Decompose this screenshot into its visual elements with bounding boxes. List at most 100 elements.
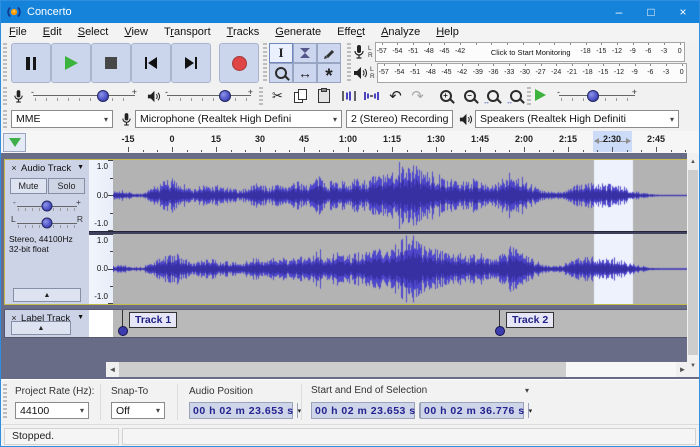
meter-monitoring-hint[interactable]: Click to Start Monitoring — [491, 48, 571, 57]
close-button[interactable]: × — [667, 1, 699, 23]
label-marker-knob[interactable] — [495, 326, 505, 336]
menu-tracks[interactable]: Tracks — [219, 26, 268, 38]
fit-project-button[interactable]: ↔ — [505, 86, 526, 106]
timeline-ruler[interactable]: -15 0 15 30 45 1:00 1:15 1:30 1:45 2:00 2:15 2:30 2:… — [25, 131, 691, 152]
recording-meter-scale[interactable]: -57 -54 -51 -48 -45 -42 -18 -15 -12 -9 -6 -3 0 Click … — [374, 42, 685, 62]
menu-analyze[interactable]: Analyze — [373, 26, 428, 38]
skip-to-start-button[interactable] — [131, 43, 171, 83]
recording-volume-thumb[interactable] — [97, 90, 110, 102]
collapse-track-button[interactable]: ▲ — [11, 321, 71, 335]
trim-audio-button[interactable] — [338, 86, 359, 105]
edit-toolbar-grip[interactable] — [259, 87, 263, 105]
silence-audio-button[interactable] — [360, 86, 381, 105]
pan-thumb[interactable] — [41, 217, 53, 229]
recording-meter[interactable]: LR -57 -54 -51 -48 -45 -42 -18 -15 -12 -9 -6 -3 0 Cli… — [353, 42, 685, 62]
zoom-in-button[interactable]: + — [435, 86, 456, 105]
audio-host-dropdown[interactable]: MME ▾ — [11, 110, 113, 128]
selection-end-field[interactable]: 00 h 02 m 36.776 s ▾ — [420, 402, 532, 419]
menu-select[interactable]: Select — [70, 26, 117, 38]
menu-generate[interactable]: Generate — [267, 26, 329, 38]
pause-button[interactable] — [11, 43, 51, 83]
gain-slider[interactable]: - + — [13, 197, 81, 212]
meter-scale-label: -3 — [662, 69, 670, 76]
stop-button[interactable] — [91, 43, 131, 83]
copy-button[interactable] — [290, 86, 311, 105]
project-rate-dropdown[interactable]: 44100 ▾ — [15, 402, 89, 419]
menu-file[interactable]: File — [1, 26, 35, 38]
multi-tool-button[interactable]: * — [317, 63, 341, 86]
draw-tool-button[interactable] — [317, 43, 341, 63]
label-text[interactable]: Track 1 — [129, 312, 178, 328]
tools-toolbar-grip[interactable] — [263, 43, 267, 83]
label-marker-knob[interactable] — [118, 326, 128, 336]
cut-button[interactable]: ✂ — [267, 86, 288, 105]
vertical-ruler-left[interactable]: 1.0 0.0 -1.0 — [89, 160, 114, 231]
label-track-content[interactable]: Track 1 Track 2 — [113, 310, 690, 337]
meter-toolbar-grip[interactable] — [347, 43, 351, 83]
selection-toolbar-grip[interactable] — [3, 384, 7, 420]
label-text[interactable]: Track 2 — [506, 312, 555, 328]
timeshift-tool-button[interactable]: ↔ — [293, 63, 317, 83]
menu-effect[interactable]: Effect — [329, 26, 373, 38]
minimize-button[interactable]: – — [603, 1, 635, 23]
selection-format-dropdown[interactable]: Start and End of Selection ▾ — [311, 385, 529, 396]
horizontal-scroll-track[interactable] — [566, 362, 676, 377]
paste-button[interactable] — [313, 86, 334, 105]
menu-help[interactable]: Help — [428, 26, 467, 38]
scroll-up-button[interactable]: ▲ — [687, 155, 699, 168]
maximize-button[interactable]: □ — [635, 1, 667, 23]
collapse-track-button[interactable]: ▲ — [13, 288, 81, 302]
close-track-button[interactable]: × — [9, 163, 19, 173]
vertical-ruler-right[interactable]: 1.0 0.0 -1.0 — [89, 234, 114, 304]
vertical-scroll-thumb[interactable] — [688, 170, 698, 355]
zoom-tool-button[interactable] — [269, 63, 293, 83]
record-button[interactable] — [219, 43, 259, 83]
horizontal-scrollbar[interactable]: ◄ ► — [106, 362, 689, 377]
waveform-right-channel[interactable] — [113, 234, 690, 304]
transcription-toolbar-grip[interactable] — [527, 87, 531, 105]
recording-device-dropdown[interactable]: Microphone (Realtek High Defini ▾ — [135, 110, 342, 128]
recording-volume-slider[interactable]: - + — [31, 87, 137, 103]
redo-button[interactable]: ↷ — [407, 86, 428, 105]
mixer-toolbar-grip[interactable] — [3, 87, 7, 105]
menu-transport[interactable]: Transport — [156, 26, 219, 38]
vertical-scrollbar[interactable]: ▲ ▼ — [687, 153, 699, 377]
fit-selection-button[interactable]: ↔ — [482, 86, 503, 106]
slider-minus-label: - — [557, 87, 560, 97]
device-toolbar-grip[interactable] — [3, 110, 7, 128]
menu-view[interactable]: View — [116, 26, 156, 38]
undo-button[interactable]: ↶ — [385, 86, 406, 105]
gain-thumb[interactable] — [41, 200, 53, 212]
zoom-out-button[interactable]: − — [459, 86, 480, 105]
scroll-left-button[interactable]: ◄ — [106, 362, 119, 377]
playback-device-dropdown[interactable]: Speakers (Realtek High Definiti ▾ — [475, 110, 679, 128]
audio-position-field[interactable]: 00 h 02 m 23.653 s ▾ — [189, 402, 301, 419]
playback-speed-slider[interactable]: - + — [557, 87, 637, 103]
playback-meter-scale[interactable]: -57 -54 -51 -48 -45 -42 -39 -36 -33 -30 -27 -24 -21-… — [376, 63, 687, 83]
track-menu-icon[interactable]: ▼ — [77, 314, 84, 321]
playback-volume-thumb[interactable] — [218, 90, 231, 102]
timeline-tick — [568, 147, 569, 152]
playback-volume-slider[interactable]: - + — [165, 87, 253, 103]
skip-to-end-button[interactable] — [171, 43, 211, 83]
envelope-tool-button[interactable] — [293, 43, 317, 63]
track-menu-icon[interactable]: ▼ — [77, 164, 84, 171]
pan-slider[interactable]: L R — [11, 214, 83, 229]
waveform-left-channel[interactable] — [113, 160, 690, 231]
play-at-speed-button[interactable] — [535, 89, 546, 101]
audio-track-title[interactable]: Audio Track — [21, 163, 71, 174]
transport-toolbar-grip[interactable] — [3, 43, 7, 83]
selection-tool-button[interactable]: I — [269, 43, 293, 63]
solo-button[interactable]: Solo — [48, 178, 85, 194]
play-button[interactable] — [51, 43, 91, 83]
playback-speed-thumb[interactable] — [587, 90, 599, 102]
playback-meter[interactable]: LR -57 -54 -51 -48 -45 -42 -39 -36 -33 -30 -27 -24-… — [353, 63, 687, 83]
recording-channels-dropdown[interactable]: 2 (Stereo) Recording Channels▾ — [346, 110, 453, 128]
snap-to-dropdown[interactable]: Off ▾ — [111, 402, 165, 419]
mute-button[interactable]: Mute — [10, 178, 47, 194]
timeline-pin-button[interactable] — [3, 133, 26, 152]
selection-start-field[interactable]: 00 h 02 m 23.653 s ▾ — [311, 402, 423, 419]
scroll-right-button[interactable]: ► — [676, 362, 689, 377]
horizontal-scroll-thumb[interactable] — [119, 362, 566, 377]
menu-edit[interactable]: Edit — [35, 26, 70, 38]
